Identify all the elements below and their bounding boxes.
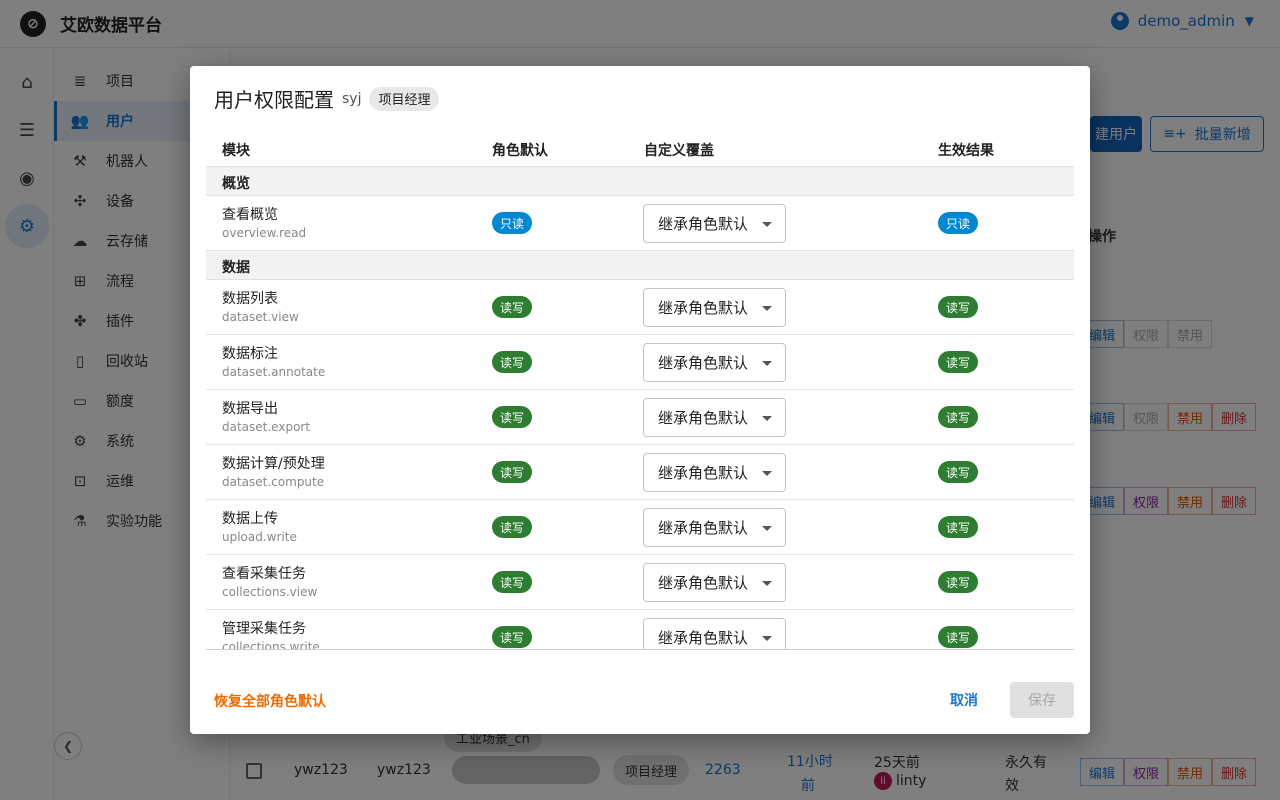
module-name: 数据标注 bbox=[222, 346, 278, 362]
dialog-title: 用户权限配置 bbox=[214, 88, 334, 112]
permission-table[interactable]: 模块 角色默认 自定义覆盖 生效结果 概览 查看概览 overview.read… bbox=[206, 130, 1074, 650]
role-default-badge: 读写 bbox=[492, 571, 533, 593]
col-module: 模块 bbox=[222, 143, 250, 159]
permission-dialog: 用户权限配置 syj 项目经理 模块 角色默认 自定义覆盖 生效结果 概览 查看… bbox=[190, 66, 1090, 734]
override-select[interactable]: 继承角色默认 bbox=[643, 204, 786, 243]
result-badge: 读写 bbox=[938, 571, 979, 593]
result-badge: 只读 bbox=[938, 212, 979, 234]
module-key: collections.view bbox=[222, 585, 318, 599]
module-name: 管理采集任务 bbox=[222, 621, 306, 637]
table-row: 管理采集任务 collections.write 读写 继承角色默认 读写 bbox=[206, 610, 1074, 650]
table-row: 数据计算/预处理 dataset.compute 读写 继承角色默认 读写 bbox=[206, 445, 1074, 500]
result-badge: 读写 bbox=[938, 406, 979, 428]
caret-down-icon bbox=[762, 361, 772, 366]
group-header: 概览 bbox=[206, 167, 1074, 196]
module-name: 数据上传 bbox=[222, 511, 278, 527]
module-name: 查看采集任务 bbox=[222, 566, 306, 582]
caret-down-icon bbox=[762, 306, 772, 311]
caret-down-icon bbox=[762, 581, 772, 586]
role-default-badge: 读写 bbox=[492, 516, 533, 538]
override-select[interactable]: 继承角色默认 bbox=[643, 398, 786, 437]
table-header: 模块 角色默认 自定义覆盖 生效结果 bbox=[206, 130, 1074, 167]
col-role-default: 角色默认 bbox=[492, 143, 548, 159]
result-badge: 读写 bbox=[938, 296, 979, 318]
override-select[interactable]: 继承角色默认 bbox=[643, 453, 786, 492]
module-name: 数据导出 bbox=[222, 401, 278, 417]
col-result: 生效结果 bbox=[938, 143, 994, 159]
save-button[interactable]: 保存 bbox=[1010, 682, 1074, 718]
caret-down-icon bbox=[762, 222, 772, 227]
caret-down-icon bbox=[762, 471, 772, 476]
role-default-badge: 读写 bbox=[492, 351, 533, 373]
role-default-badge: 读写 bbox=[492, 626, 533, 648]
result-badge: 读写 bbox=[938, 351, 979, 373]
role-default-badge: 只读 bbox=[492, 212, 533, 234]
module-key: dataset.export bbox=[222, 420, 311, 434]
result-badge: 读写 bbox=[938, 516, 979, 538]
caret-down-icon bbox=[762, 636, 772, 641]
table-row: 数据列表 dataset.view 读写 继承角色默认 读写 bbox=[206, 280, 1074, 335]
module-key: overview.read bbox=[222, 226, 307, 240]
module-key: dataset.view bbox=[222, 310, 299, 324]
override-select[interactable]: 继承角色默认 bbox=[643, 563, 786, 602]
result-badge: 读写 bbox=[938, 626, 979, 648]
caret-down-icon bbox=[762, 526, 772, 531]
module-name: 查看概览 bbox=[222, 207, 278, 223]
role-chip: 项目经理 bbox=[369, 86, 440, 111]
table-row: 数据标注 dataset.annotate 读写 继承角色默认 读写 bbox=[206, 335, 1074, 390]
module-key: dataset.compute bbox=[222, 475, 325, 489]
module-name: 数据计算/预处理 bbox=[222, 456, 325, 472]
dialog-user: syj bbox=[342, 90, 362, 107]
override-select[interactable]: 继承角色默认 bbox=[643, 343, 786, 382]
table-row: 查看概览 overview.read 只读 继承角色默认 只读 bbox=[206, 196, 1074, 251]
override-select[interactable]: 继承角色默认 bbox=[643, 618, 786, 649]
result-badge: 读写 bbox=[938, 461, 979, 483]
module-key: upload.write bbox=[222, 530, 297, 544]
table-row: 数据上传 upload.write 读写 继承角色默认 读写 bbox=[206, 500, 1074, 555]
caret-down-icon bbox=[762, 416, 772, 421]
override-select[interactable]: 继承角色默认 bbox=[643, 508, 786, 547]
role-default-badge: 读写 bbox=[492, 296, 533, 318]
module-key: dataset.annotate bbox=[222, 365, 326, 379]
override-select[interactable]: 继承角色默认 bbox=[643, 288, 786, 327]
table-row: 数据导出 dataset.export 读写 继承角色默认 读写 bbox=[206, 390, 1074, 445]
role-default-badge: 读写 bbox=[492, 406, 533, 428]
group-header: 数据 bbox=[206, 251, 1074, 280]
module-name: 数据列表 bbox=[222, 291, 278, 307]
dialog-header: 用户权限配置 syj 项目经理 bbox=[214, 84, 440, 113]
col-override: 自定义覆盖 bbox=[644, 143, 714, 159]
table-row: 查看采集任务 collections.view 读写 继承角色默认 读写 bbox=[206, 555, 1074, 610]
reset-all-defaults-button[interactable]: 恢复全部角色默认 bbox=[214, 691, 326, 711]
module-key: collections.write bbox=[222, 640, 320, 650]
cancel-button[interactable]: 取消 bbox=[942, 684, 986, 716]
role-default-badge: 读写 bbox=[492, 461, 533, 483]
